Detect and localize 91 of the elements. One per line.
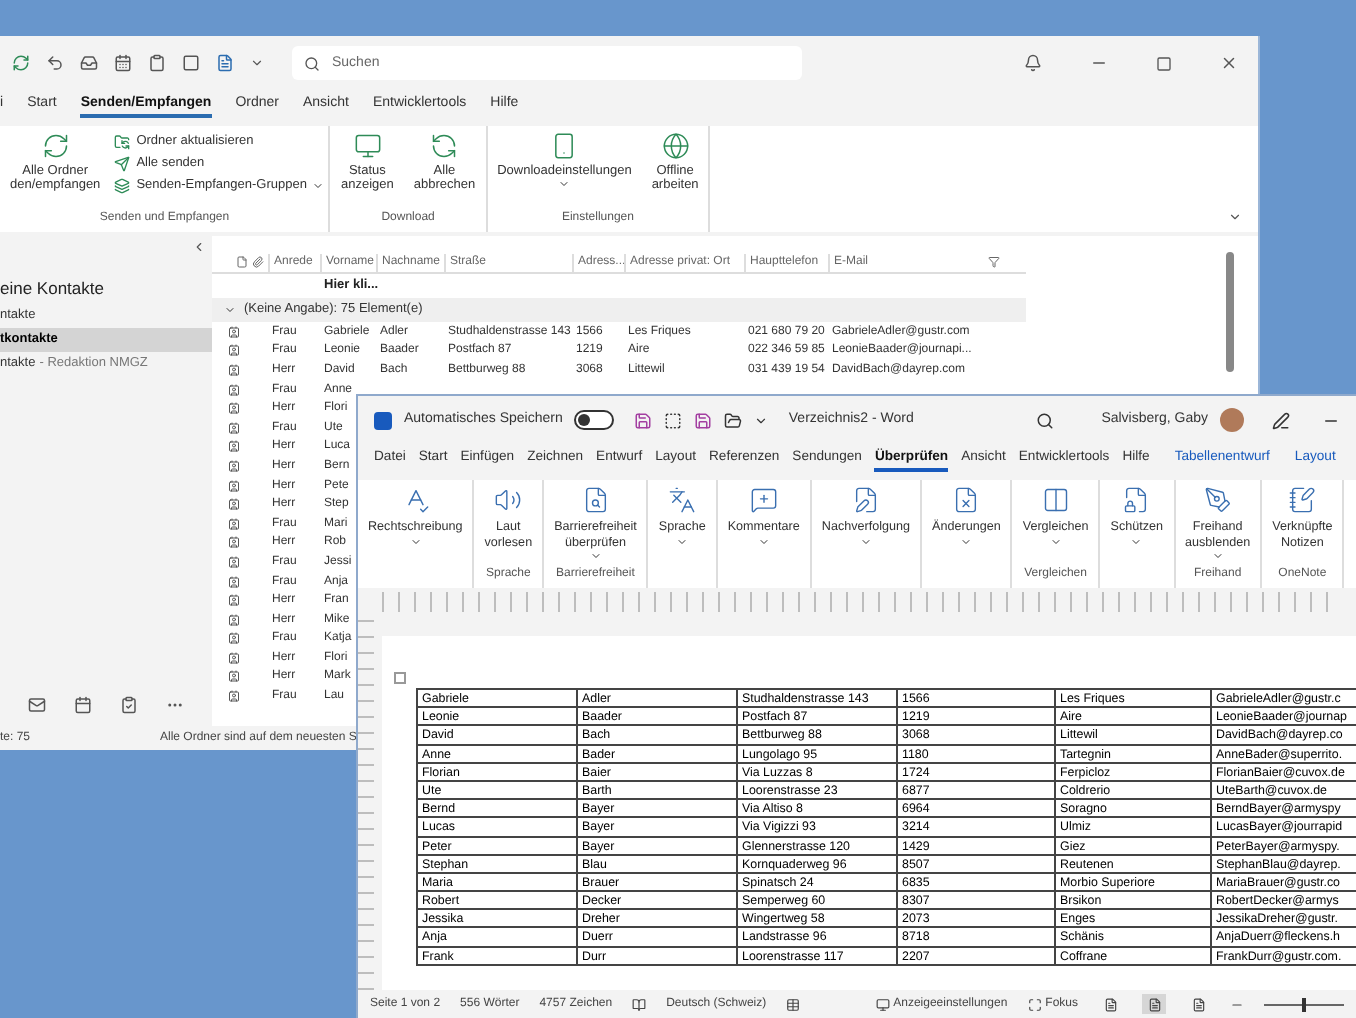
chevron-down-icon xyxy=(960,535,973,548)
contact-icon xyxy=(228,555,240,568)
contact-icon xyxy=(228,517,240,530)
pen-icon xyxy=(1203,486,1232,514)
calendar-icon[interactable] xyxy=(74,695,92,713)
contact-icon xyxy=(228,536,240,549)
chevron-down-icon xyxy=(409,535,422,548)
search-icon[interactable] xyxy=(1035,411,1054,429)
contact-icon xyxy=(228,325,240,338)
chevron-down-icon xyxy=(312,180,325,192)
sync-icon[interactable] xyxy=(12,54,30,72)
contact-icon xyxy=(228,363,240,376)
contact-icon xyxy=(228,651,240,664)
contact-icon xyxy=(228,344,240,357)
page-view-icon xyxy=(1191,997,1205,1011)
contact-icon xyxy=(228,613,240,626)
language-icon xyxy=(668,486,697,514)
table-move-handle[interactable] xyxy=(394,672,406,684)
refresh-icon xyxy=(41,132,70,160)
mail-icon[interactable] xyxy=(28,695,46,713)
refresh-icon xyxy=(430,132,459,160)
undo-icon[interactable] xyxy=(46,54,64,72)
save-icon[interactable] xyxy=(694,411,713,429)
document-lock-icon xyxy=(1122,486,1151,514)
contact-icon xyxy=(228,594,240,607)
chevron-down-icon xyxy=(676,535,689,548)
document-pen-icon xyxy=(851,486,880,514)
collapse-pane-icon[interactable] xyxy=(192,240,206,254)
folder-header[interactable]: eine Kontakte xyxy=(0,272,212,304)
chevron-down-icon xyxy=(589,550,602,563)
chevron-down-icon xyxy=(757,535,770,548)
document-icon xyxy=(236,256,248,268)
table-icon[interactable] xyxy=(786,997,801,1011)
close-icon[interactable] xyxy=(1220,54,1238,72)
contact-icon xyxy=(228,575,240,588)
chevron-down-icon xyxy=(859,535,872,548)
clipboard-icon[interactable] xyxy=(148,54,166,72)
customize-icon[interactable] xyxy=(250,56,264,70)
speaker-icon xyxy=(494,486,523,514)
page-view-icon xyxy=(1103,997,1117,1011)
contact-icon xyxy=(228,402,240,415)
contact-icon xyxy=(228,479,240,492)
chevron-down-icon xyxy=(1211,550,1224,563)
contact-icon xyxy=(228,459,240,472)
chevron-down-icon xyxy=(558,178,571,191)
contact-icon xyxy=(228,632,240,645)
chevron-down-icon xyxy=(1130,535,1143,548)
maximize-icon[interactable] xyxy=(1156,55,1172,71)
autosave-toggle[interactable] xyxy=(574,410,615,430)
view-button[interactable] xyxy=(1142,994,1166,1014)
document-check-icon xyxy=(581,486,610,514)
document-icon[interactable] xyxy=(216,54,234,72)
contact-icon xyxy=(228,440,240,453)
filter-icon[interactable] xyxy=(988,256,1000,268)
phone-icon xyxy=(550,132,579,160)
globe-icon xyxy=(661,132,690,160)
contact-icon xyxy=(228,670,240,683)
customize-icon[interactable] xyxy=(754,413,769,427)
search-icon xyxy=(304,55,320,71)
monitor-icon xyxy=(353,132,382,160)
focus-icon xyxy=(1027,997,1042,1011)
page-view-icon xyxy=(1147,997,1161,1011)
select-icon[interactable] xyxy=(664,411,683,429)
chevron-down-icon xyxy=(1049,535,1062,548)
folder-icon xyxy=(114,134,131,150)
pen-icon[interactable] xyxy=(1272,411,1290,429)
send-icon xyxy=(114,156,131,172)
expand-icon xyxy=(224,304,236,316)
document-x-icon xyxy=(952,486,981,514)
layers-icon xyxy=(114,178,131,194)
bell-icon[interactable] xyxy=(1024,54,1042,72)
collapse-ribbon-icon[interactable] xyxy=(1228,210,1242,224)
contact-icon xyxy=(228,498,240,511)
app-logo-icon xyxy=(374,411,392,429)
avatar[interactable] xyxy=(1220,408,1244,432)
columns-icon xyxy=(1041,486,1070,514)
display-icon xyxy=(875,997,890,1011)
contact-icon xyxy=(228,383,240,396)
contact-icon xyxy=(228,690,240,703)
notebook-icon xyxy=(1288,486,1317,514)
proofing-icon[interactable] xyxy=(632,997,647,1011)
folder-icon[interactable] xyxy=(724,411,743,429)
save-icon[interactable] xyxy=(634,411,653,429)
attachment-icon xyxy=(252,256,264,268)
comment-icon xyxy=(749,486,778,514)
scrollbar[interactable] xyxy=(1226,252,1234,372)
inbox-icon[interactable] xyxy=(80,54,98,72)
contact-icon xyxy=(228,421,240,434)
calendar-icon[interactable] xyxy=(114,54,132,72)
window-icon[interactable] xyxy=(182,54,200,72)
tasks-icon[interactable] xyxy=(120,695,138,713)
